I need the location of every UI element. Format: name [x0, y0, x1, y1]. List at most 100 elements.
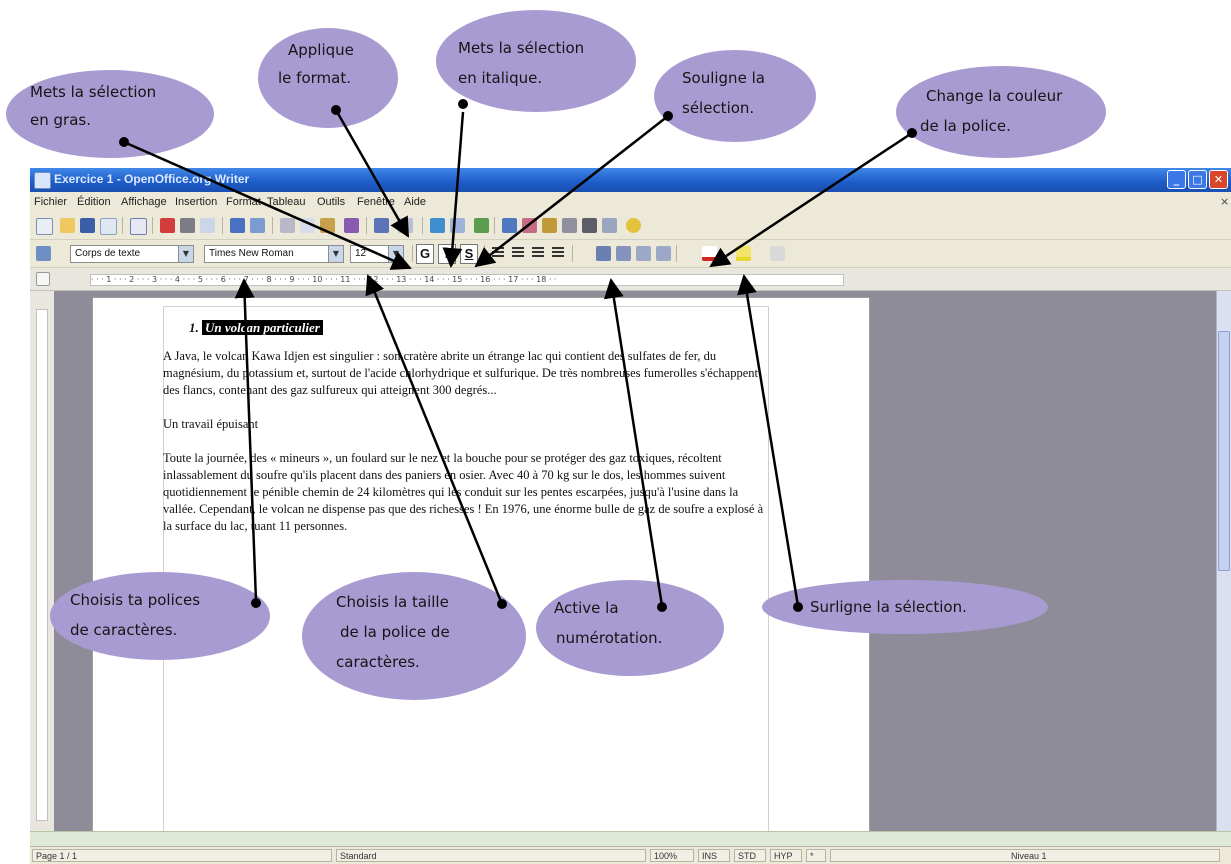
- arrow-dot: [458, 99, 468, 109]
- close-document-icon[interactable]: ×: [1220, 195, 1229, 208]
- find-replace-icon[interactable]: [502, 218, 517, 233]
- paragraph-2[interactable]: Toute la journée, des « mineurs », un fo…: [163, 450, 773, 535]
- document-page[interactable]: 1. Un volcan particulier A Java, le volc…: [92, 297, 870, 837]
- font-size-select[interactable]: 12 ▼: [350, 245, 404, 263]
- export-pdf-icon[interactable]: [160, 218, 175, 233]
- heading-number: 1.: [189, 320, 199, 335]
- callout-numbering-line1: Active la: [554, 599, 619, 617]
- navigator-icon[interactable]: [522, 218, 537, 233]
- separator: [676, 245, 677, 262]
- menu-aide[interactable]: Aide: [404, 196, 426, 208]
- edit-mode-icon[interactable]: [130, 218, 147, 235]
- cut-icon[interactable]: [280, 218, 295, 233]
- print-preview-icon[interactable]: [200, 218, 215, 233]
- chevron-down-icon[interactable]: ▼: [328, 246, 343, 262]
- status-insert-mode[interactable]: INS: [698, 849, 730, 862]
- callout-bold: Mets la sélection en gras.: [6, 70, 214, 158]
- writer-window: Exercice 1 - OpenOffice.org Writer _ □ ✕…: [30, 168, 1231, 864]
- italic-button[interactable]: I: [438, 244, 456, 264]
- scrollbar-thumb[interactable]: [1218, 331, 1230, 571]
- status-bar: Page 1 / 1 Standard 100% INS STD HYP * N…: [30, 846, 1231, 864]
- bold-button[interactable]: G: [416, 244, 434, 264]
- align-center-icon[interactable]: [512, 247, 524, 259]
- callout-apply-format: Applique le format.: [258, 28, 398, 128]
- callout-font-color-line2: de la police.: [920, 117, 1011, 135]
- undo-icon[interactable]: [374, 218, 389, 233]
- chevron-down-icon[interactable]: ▼: [388, 246, 403, 262]
- decrease-indent-icon[interactable]: [636, 246, 651, 261]
- nonprinting-characters-icon[interactable]: [582, 218, 597, 233]
- menu-fichier[interactable]: Fichier: [34, 196, 67, 208]
- open-folder-icon[interactable]: [60, 218, 75, 233]
- maximize-button[interactable]: □: [1188, 170, 1207, 189]
- save-icon[interactable]: [80, 218, 95, 233]
- status-style[interactable]: Standard: [336, 849, 646, 862]
- menu-tableau[interactable]: Tableau: [267, 196, 306, 208]
- paragraph-1[interactable]: A Java, le volcan Kawa Idjen est singuli…: [163, 348, 773, 399]
- separator: [152, 217, 153, 234]
- chevron-down-icon[interactable]: ▼: [178, 246, 193, 262]
- new-document-icon[interactable]: [36, 218, 53, 235]
- zoom-icon[interactable]: [602, 218, 617, 233]
- separator: [412, 245, 413, 262]
- email-icon[interactable]: [100, 218, 117, 235]
- document-heading[interactable]: 1. Un volcan particulier: [189, 320, 323, 336]
- callout-font-size-line3: caractères.: [336, 653, 420, 671]
- status-hyperlink-mode[interactable]: HYP: [770, 849, 802, 862]
- justify-icon[interactable]: [552, 247, 564, 259]
- tab-stop-icon[interactable]: [36, 272, 50, 286]
- font-name-select[interactable]: Times New Roman ▼: [204, 245, 344, 263]
- close-button[interactable]: ✕: [1209, 170, 1228, 189]
- print-icon[interactable]: [180, 218, 195, 233]
- callout-bold-line1: Mets la sélection: [30, 83, 157, 101]
- background-color-icon[interactable]: [770, 246, 785, 261]
- menu-affichage[interactable]: Affichage: [121, 196, 167, 208]
- separator: [494, 217, 495, 234]
- callout-underline-line2: sélection.: [682, 99, 755, 117]
- status-zoom[interactable]: 100%: [650, 849, 694, 862]
- table-icon[interactable]: [450, 218, 465, 233]
- copy-icon[interactable]: [300, 218, 315, 233]
- clone-formatting-icon[interactable]: [344, 218, 359, 233]
- menu-fenetre[interactable]: Fenêtre: [357, 196, 395, 208]
- callout-font-color-line1: Change la couleur: [926, 87, 1063, 105]
- highlighting-icon[interactable]: [736, 246, 751, 261]
- numbering-icon[interactable]: [596, 246, 611, 261]
- help-icon[interactable]: [626, 218, 641, 233]
- horizontal-ruler[interactable]: · · · 1 · · · 2 · · · 3 · · · 4 · · · 5 …: [30, 269, 1231, 291]
- autospellcheck-icon[interactable]: [250, 218, 265, 233]
- redo-icon[interactable]: [398, 218, 413, 233]
- callout-font-family: Choisis ta polices de caractères.: [50, 572, 270, 660]
- menu-outils[interactable]: Outils: [317, 196, 345, 208]
- minimize-button[interactable]: _: [1167, 170, 1186, 189]
- paragraph-style-select[interactable]: Corps de texte ▼: [70, 245, 194, 263]
- align-left-icon[interactable]: [492, 247, 504, 259]
- callout-font-size: Choisis la taille de la police de caract…: [302, 572, 526, 700]
- horizontal-scrollbar[interactable]: [30, 831, 1231, 846]
- callout-highlight: Surligne la sélection.: [762, 580, 1048, 634]
- data-sources-icon[interactable]: [562, 218, 577, 233]
- document-area: 1. Un volcan particulier A Java, le volc…: [54, 291, 1231, 837]
- status-selection-mode[interactable]: STD: [734, 849, 766, 862]
- paste-icon[interactable]: [320, 218, 335, 233]
- show-draw-functions-icon[interactable]: [474, 218, 489, 233]
- vertical-scrollbar[interactable]: [1216, 291, 1231, 831]
- gallery-icon[interactable]: [542, 218, 557, 233]
- styles-formatting-icon[interactable]: [36, 246, 51, 261]
- menu-format[interactable]: Format: [226, 196, 261, 208]
- subheading[interactable]: Un travail épuisant: [163, 416, 773, 433]
- hyperlink-icon[interactable]: [430, 218, 445, 233]
- spellcheck-icon[interactable]: [230, 218, 245, 233]
- menu-edition[interactable]: Édition: [77, 196, 111, 208]
- menu-insertion[interactable]: Insertion: [175, 196, 217, 208]
- title-bar[interactable]: Exercice 1 - OpenOffice.org Writer _ □ ✕: [30, 168, 1231, 192]
- underline-button[interactable]: S: [460, 244, 478, 264]
- heading-selected-text[interactable]: Un volcan particulier: [202, 320, 323, 335]
- align-right-icon[interactable]: [532, 247, 544, 259]
- font-color-icon[interactable]: [702, 246, 717, 261]
- paragraph-style-value: Corps de texte: [75, 248, 141, 259]
- bullets-icon[interactable]: [616, 246, 631, 261]
- app-icon: [34, 172, 51, 189]
- separator: [422, 217, 423, 234]
- increase-indent-icon[interactable]: [656, 246, 671, 261]
